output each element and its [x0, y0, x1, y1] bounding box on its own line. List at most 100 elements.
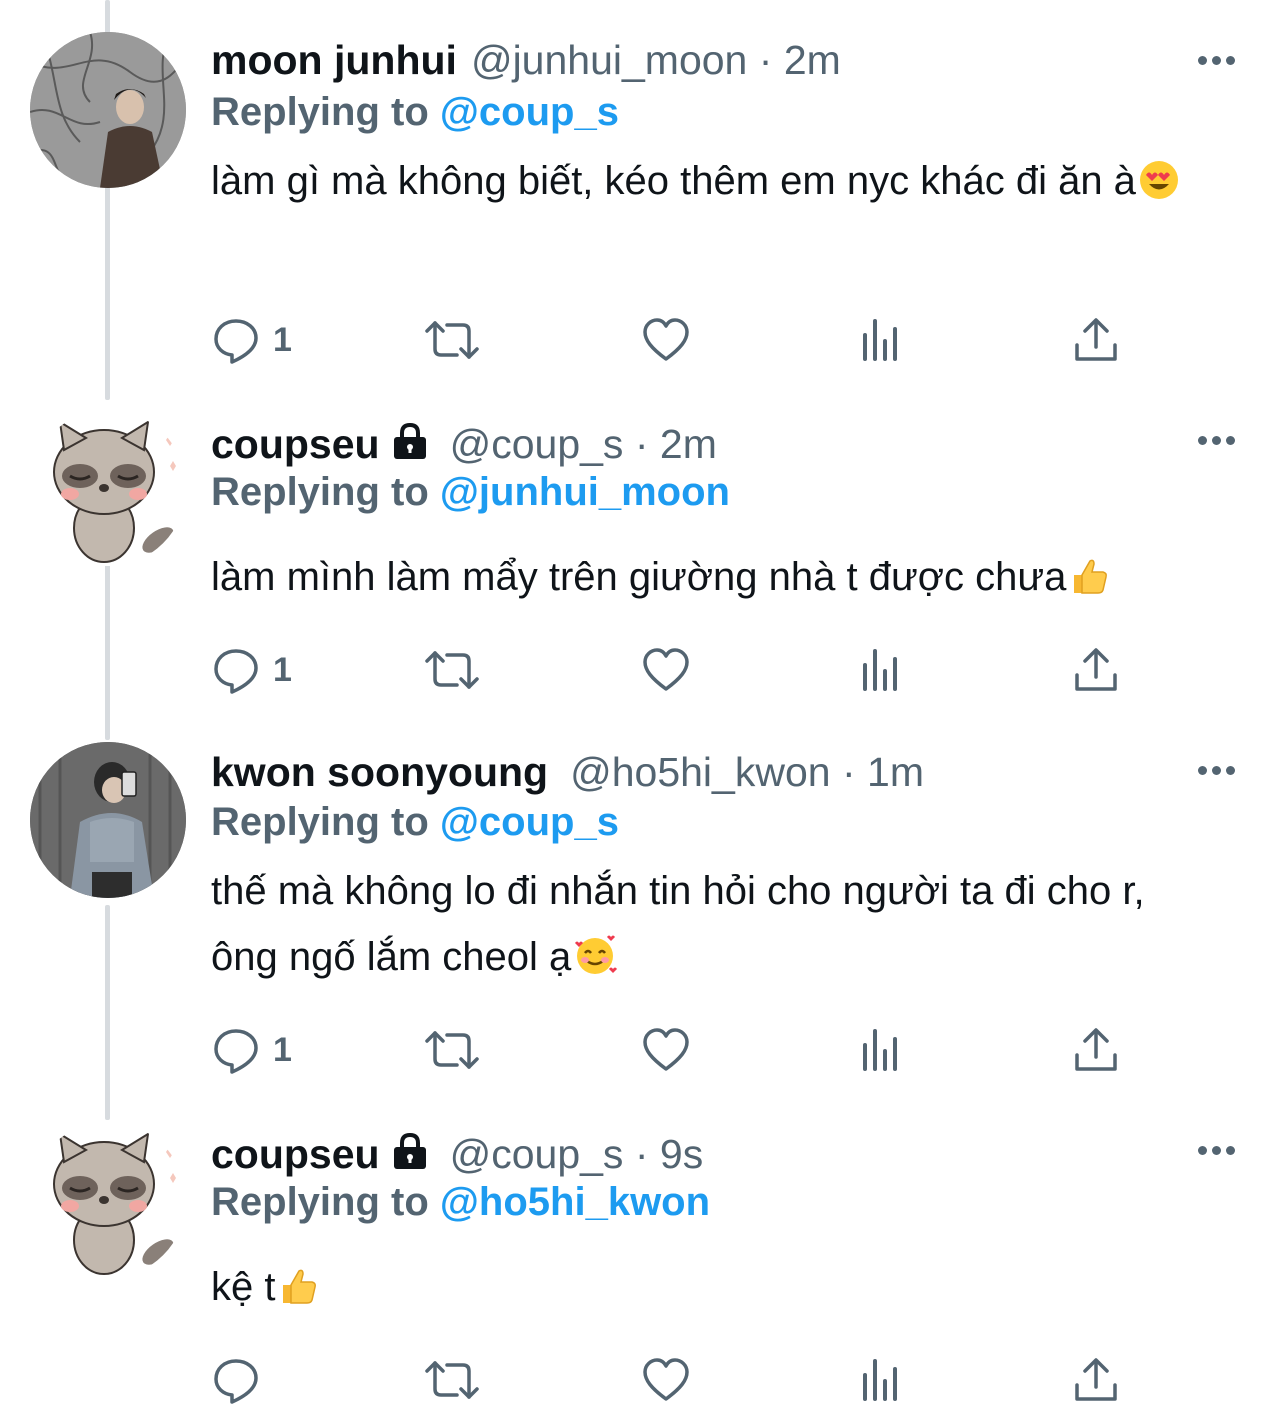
display-name[interactable]: moon junhui [211, 37, 457, 83]
share-icon [1075, 648, 1117, 691]
display-name[interactable]: kwon soonyoung [211, 749, 548, 795]
like-button[interactable] [641, 1022, 691, 1078]
reply-count: 1 [273, 320, 292, 359]
tweet-actions: 1 [211, 642, 1284, 698]
retweet-button[interactable] [423, 1022, 481, 1078]
tweet-text-content: làm gì mà không biết, kéo thêm em nyc kh… [211, 159, 1136, 203]
avatar[interactable] [30, 1122, 186, 1278]
reply-count: 1 [273, 1030, 292, 1069]
tweet-text-content: làm mình làm mẩy trên giường nhà t được … [211, 555, 1067, 599]
tweet[interactable]: moon junhui @junhui_moon · 2m Replying to… [0, 0, 1284, 400]
analytics-button[interactable] [859, 642, 903, 698]
retweet-icon [425, 1031, 479, 1069]
share-button[interactable] [1073, 1352, 1119, 1408]
share-icon [1075, 1028, 1117, 1071]
user-handle[interactable]: @ho5hi_kwon [570, 749, 830, 795]
analytics-icon [863, 1359, 897, 1401]
tweet-text: làm gì mà không biết, kéo thêm em nyc kh… [211, 148, 1244, 221]
tweet-header: coupseu @coup_s · 2m [211, 420, 1194, 468]
heart-icon [643, 1028, 689, 1071]
reply-button[interactable]: 1 [211, 312, 292, 368]
like-button[interactable] [641, 642, 691, 698]
avatar[interactable] [30, 410, 186, 566]
mention-link[interactable]: @coup_s [440, 90, 619, 134]
timestamp[interactable]: 9s [660, 1131, 703, 1177]
retweet-button[interactable] [423, 642, 481, 698]
mention-link[interactable]: @ho5hi_kwon [440, 1180, 710, 1224]
timestamp[interactable]: 1m [867, 749, 924, 795]
display-name[interactable]: coupseu [211, 421, 380, 467]
share-button[interactable] [1073, 642, 1119, 698]
user-handle[interactable]: @junhui_moon [471, 37, 747, 83]
replying-to-label: Replying to [211, 1180, 429, 1224]
share-button[interactable] [1073, 312, 1119, 368]
reply-icon [214, 1359, 258, 1404]
thumbs-up-emoji [277, 1261, 319, 1327]
analytics-button[interactable] [859, 312, 903, 368]
mention-link[interactable]: @junhui_moon [440, 470, 730, 514]
lock-icon [390, 422, 430, 472]
heart-eyes-emoji [1138, 155, 1180, 221]
retweet-icon [425, 651, 479, 689]
display-name[interactable]: coupseu [211, 1131, 380, 1177]
tweet[interactable]: kwon soonyoung @ho5hi_kwon · 1m Replying … [0, 730, 1284, 1110]
separator: · [634, 1131, 649, 1177]
replying-to: Replying to @junhui_moon [211, 468, 730, 516]
replying-to-label: Replying to [211, 90, 429, 134]
tweet-header: kwon soonyoung @ho5hi_kwon · 1m [211, 748, 1194, 796]
more-options-icon[interactable] [1198, 760, 1238, 780]
separator: · [634, 421, 649, 467]
replying-to-label: Replying to [211, 800, 429, 844]
retweet-icon [425, 1361, 479, 1399]
user-handle[interactable]: @coup_s [450, 421, 624, 467]
user-handle[interactable]: @coup_s [450, 1131, 624, 1177]
heart-icon [643, 318, 689, 361]
analytics-button[interactable] [859, 1352, 903, 1408]
analytics-icon [863, 319, 897, 361]
reply-icon [214, 649, 258, 694]
tweet[interactable]: coupseu @coup_s · 2m Replying to @junhui_… [0, 400, 1284, 730]
tweet[interactable]: coupseu @coup_s · 9s Replying to @ho5hi_k… [0, 1110, 1284, 1410]
separator: · [758, 37, 773, 83]
lock-icon [390, 1132, 430, 1182]
tweet-text: thế mà không lo đi nhắn tin hỏi cho ngườ… [211, 858, 1174, 997]
reply-icon [214, 319, 258, 364]
like-button[interactable] [641, 312, 691, 368]
timestamp[interactable]: 2m [784, 37, 841, 83]
analytics-button[interactable] [859, 1022, 903, 1078]
retweet-button[interactable] [423, 312, 481, 368]
like-button[interactable] [641, 1352, 691, 1408]
analytics-icon [863, 649, 897, 691]
tweet-actions [211, 1352, 1284, 1408]
more-options-icon[interactable] [1198, 430, 1238, 450]
thumbs-up-emoji [1068, 551, 1110, 617]
mention-link[interactable]: @coup_s [440, 800, 619, 844]
reply-button[interactable]: 1 [211, 642, 292, 698]
reply-button[interactable] [211, 1352, 273, 1408]
heart-icon [643, 1358, 689, 1401]
tweet-text: kệ t [211, 1254, 1244, 1327]
tweet-text-content: kệ t [211, 1265, 276, 1309]
timestamp[interactable]: 2m [660, 421, 717, 467]
tweet-header: moon junhui @junhui_moon · 2m [211, 36, 1194, 84]
more-options-icon[interactable] [1198, 1140, 1238, 1160]
replying-to: Replying to @coup_s [211, 798, 619, 846]
smiling-hearts-emoji [573, 931, 618, 997]
replying-to-label: Replying to [211, 470, 429, 514]
heart-icon [643, 648, 689, 691]
reply-icon [214, 1029, 258, 1074]
retweet-button[interactable] [423, 1352, 481, 1408]
retweet-icon [425, 321, 479, 359]
more-options-icon[interactable] [1198, 50, 1238, 70]
tweet-actions: 1 [211, 1022, 1284, 1078]
tweet-actions: 1 [211, 312, 1284, 368]
share-icon [1075, 1358, 1117, 1401]
avatar[interactable] [30, 742, 186, 898]
tweet-text: làm mình làm mẩy trên giường nhà t được … [211, 544, 1244, 617]
tweet-header: coupseu @coup_s · 9s [211, 1130, 1194, 1178]
analytics-icon [863, 1029, 897, 1071]
share-button[interactable] [1073, 1022, 1119, 1078]
reply-button[interactable]: 1 [211, 1022, 292, 1078]
replying-to: Replying to @coup_s [211, 88, 619, 136]
avatar[interactable] [30, 32, 186, 188]
